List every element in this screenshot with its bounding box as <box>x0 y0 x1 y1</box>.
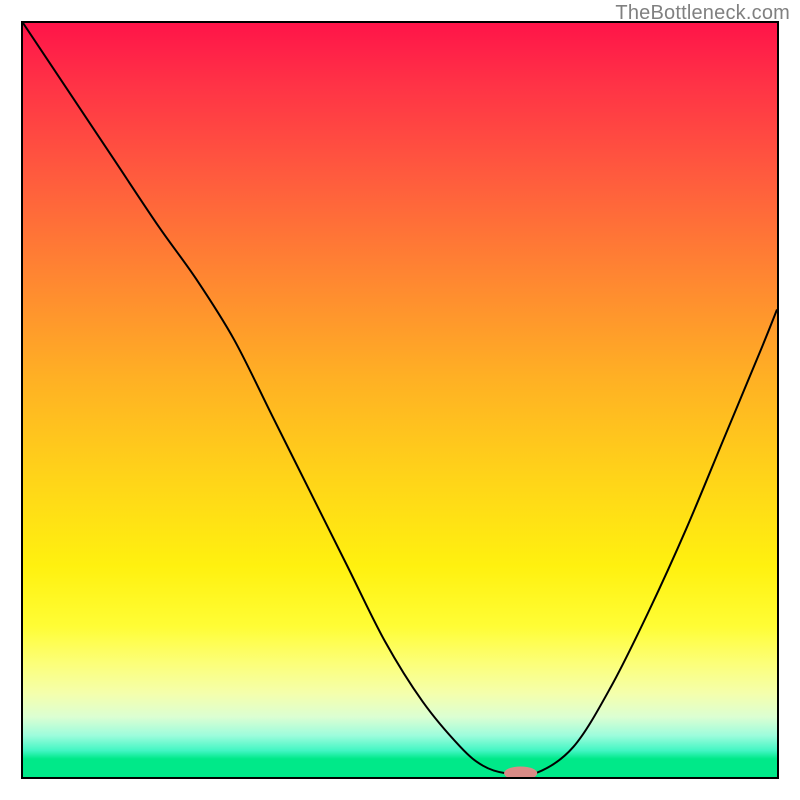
curve-overlay <box>23 23 777 777</box>
curve-path <box>23 23 777 775</box>
optimal-marker <box>504 766 537 777</box>
watermark-label: TheBottleneck.com <box>615 2 790 25</box>
bottleneck-chart: TheBottleneck.com <box>0 0 800 800</box>
plot-area <box>21 21 779 779</box>
